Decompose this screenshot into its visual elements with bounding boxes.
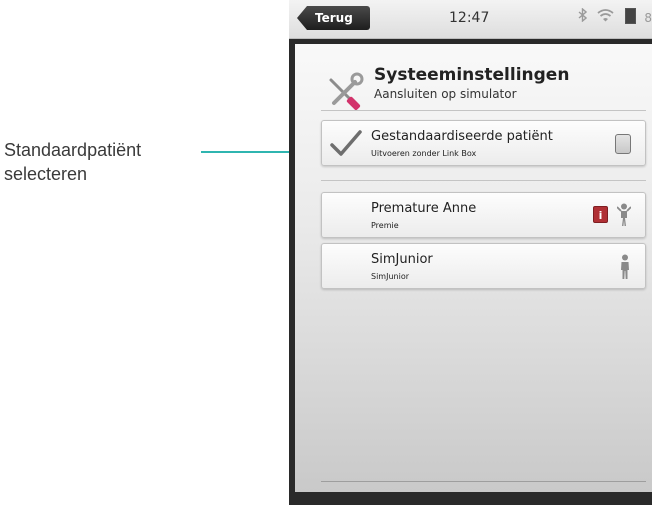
wifi-icon [597,9,618,26]
simulator-subtitle: SimJunior [371,272,409,281]
status-bar: Terug 12:47 8 [289,0,652,39]
bottom-divider [321,481,646,482]
info-badge-icon[interactable]: i [593,206,608,223]
page-subtitle: Aansluiten op simulator [374,87,517,101]
device-screen: Terug 12:47 8 Systeeminstellingen Aanslu… [289,0,652,505]
back-button[interactable]: Terug [297,6,370,30]
divider [321,110,646,111]
simulator-subtitle: Premie [371,221,399,230]
simulator-title: SimJunior [371,252,433,267]
wrench-screwdriver-icon [329,72,364,110]
clock: 12:47 [449,10,490,26]
simulator-title: Premature Anne [371,201,477,216]
battery-icon [624,8,636,24]
default-patient-subtitle: Uitvoeren zonder Link Box [371,149,477,158]
default-patient-title: Gestandaardiseerde patiënt [371,129,553,144]
status-icons: 8 [572,7,652,26]
callout-label: Standaardpatiënt selecteren [4,138,141,186]
page-title: Systeeminstellingen [374,65,570,85]
callout-line2: selecteren [4,164,88,184]
callout-line1: Standaardpatiënt [4,140,142,160]
battery-text: 8 [644,11,652,25]
settings-panel: Systeeminstellingen Aansluiten op simula… [295,44,652,492]
bluetooth-icon [578,7,591,26]
toggle-indicator[interactable] [615,134,631,154]
simulator-option-premature-anne[interactable]: Premature Anne Premie i [321,192,646,238]
infant-figure-icon [617,203,631,226]
simulator-option-simjunior[interactable]: SimJunior SimJunior [321,243,646,289]
checkmark-icon [330,130,362,156]
divider [321,180,646,181]
child-figure-icon [621,254,629,279]
default-patient-option[interactable]: Gestandaardiseerde patiënt Uitvoeren zon… [321,120,646,166]
